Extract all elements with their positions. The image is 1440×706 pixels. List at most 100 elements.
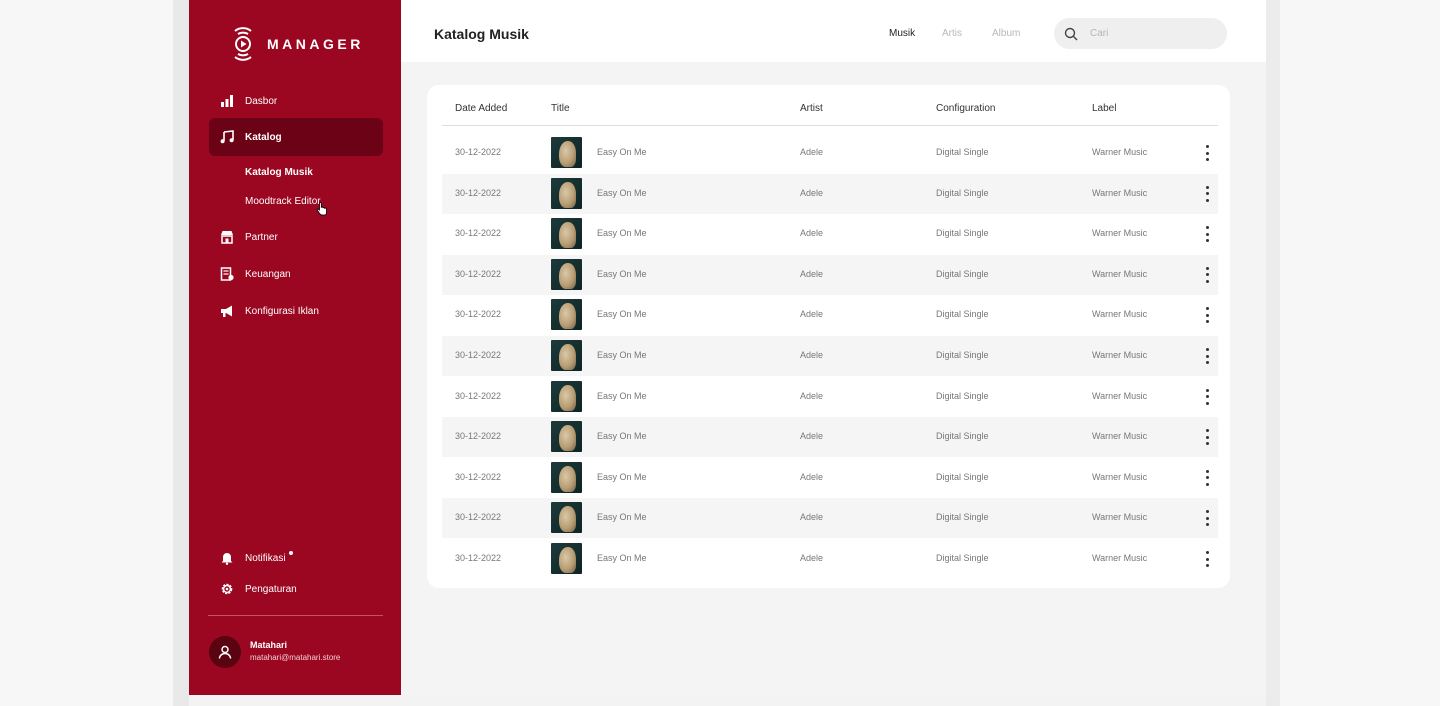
logo-icon: [234, 27, 252, 61]
cell-title: Easy On Me: [597, 390, 647, 401]
album-cover-thumbnail: [551, 299, 582, 331]
cell-title: Easy On Me: [597, 350, 647, 360]
cell-date-added: 30-12-2022: [455, 431, 502, 442]
sidebar-item-konfigurasi-iklan[interactable]: Konfigurasi Iklan: [209, 292, 383, 330]
cell-date-added: 30-12-2022: [455, 228, 502, 239]
store-icon: [219, 229, 235, 245]
cell-date-added: 30-12-2022: [455, 147, 502, 157]
cell-configuration: Digital Single: [936, 512, 989, 523]
sidebar-item-keuangan[interactable]: Keuangan: [209, 255, 383, 293]
cell-date-added: 30-12-2022: [455, 268, 502, 279]
cell-artist: Adele: [800, 309, 824, 320]
table-row[interactable]: 30-12-2022 Easy On Me Adele Digital Single W…: [442, 336, 1218, 376]
cell-title: Easy On Me: [597, 512, 647, 523]
page-title: Katalog Musik: [434, 26, 529, 42]
table-row[interactable]: 30-12-2022 Easy On Me Adele Digital Single W…: [442, 214, 1218, 254]
cell-artist: Adele: [800, 268, 824, 279]
cell-title: Easy On Me: [597, 471, 647, 482]
more-options-icon[interactable]: [1205, 469, 1209, 486]
table-row[interactable]: 30-12-2022 Easy On Me Adele Digital Single W…: [442, 377, 1218, 417]
table-row[interactable]: 30-12-2022 Easy On Me Adele Digital Single W…: [442, 173, 1218, 214]
cell-label: Warner Music: [1092, 268, 1148, 279]
album-cover-thumbnail: [551, 137, 582, 168]
more-options-icon[interactable]: [1205, 429, 1209, 446]
user-name: Matahari: [250, 640, 288, 650]
cell-date-added: 30-12-2022: [455, 471, 502, 482]
cell-artist: Adele: [800, 228, 824, 239]
more-options-icon[interactable]: [1205, 266, 1209, 283]
cell-configuration: Digital Single: [936, 228, 989, 239]
cell-artist: Adele: [800, 512, 824, 523]
more-options-icon[interactable]: [1205, 388, 1209, 405]
cell-configuration: Digital Single: [936, 147, 989, 157]
background-right: [1266, 0, 1440, 706]
cell-label: Warner Music: [1092, 471, 1148, 482]
table-row[interactable]: 30-12-2022 Easy On Me Adele Digital Single W…: [442, 133, 1218, 173]
table-row[interactable]: 30-12-2022 Easy On Me Adele Digital Single W…: [442, 417, 1218, 458]
cell-label: Warner Music: [1092, 431, 1148, 442]
search-bar[interactable]: [1054, 18, 1227, 49]
sidebar-item-dasbor[interactable]: Dasbor: [209, 82, 383, 120]
column-title[interactable]: Title: [551, 103, 570, 114]
more-options-icon[interactable]: [1205, 348, 1209, 364]
sidebar-item-label: Pengaturan: [245, 583, 297, 595]
sidebar-item-label: Keuangan: [245, 268, 291, 280]
cell-title: Easy On Me: [597, 228, 647, 239]
sidebar-item-label: Partner: [245, 231, 278, 243]
cell-configuration: Digital Single: [936, 187, 989, 198]
cell-title: Easy On Me: [597, 187, 647, 198]
cell-artist: Adele: [800, 390, 824, 401]
music-note-icon: [219, 129, 235, 145]
more-options-icon[interactable]: [1205, 185, 1209, 202]
album-cover-thumbnail: [551, 461, 582, 493]
more-options-icon[interactable]: [1205, 145, 1209, 161]
frame-edge-right: [1266, 0, 1280, 706]
album-cover-thumbnail: [551, 218, 582, 250]
cell-artist: Adele: [800, 553, 824, 563]
table-row[interactable]: 30-12-2022 Easy On Me Adele Digital Single W…: [442, 295, 1218, 335]
notification-dot: [288, 551, 293, 555]
column-label[interactable]: Label: [1092, 103, 1116, 114]
tab-musik[interactable]: Musik: [889, 28, 915, 39]
main-content: Katalog Musik Musik Artis Album Date Add…: [401, 0, 1266, 695]
column-configuration[interactable]: Configuration: [936, 103, 995, 114]
more-options-icon[interactable]: [1205, 510, 1209, 527]
cell-artist: Adele: [800, 187, 824, 198]
more-options-icon[interactable]: [1205, 551, 1209, 567]
sidebar-item-pengaturan[interactable]: Pengaturan: [209, 570, 383, 608]
tab-album[interactable]: Album: [992, 28, 1020, 39]
music-catalog-table: Date Added Title Artist Configuration La…: [427, 85, 1230, 588]
more-options-icon[interactable]: [1205, 307, 1209, 324]
tab-artis[interactable]: Artis: [942, 28, 962, 39]
column-artist[interactable]: Artist: [800, 103, 823, 114]
table-row[interactable]: 30-12-2022 Easy On Me Adele Digital Single W…: [442, 458, 1218, 498]
search-input[interactable]: [1090, 28, 1210, 39]
table-row[interactable]: 30-12-2022 Easy On Me Adele Digital Single W…: [442, 498, 1218, 539]
search-icon: [1064, 27, 1078, 40]
cell-label: Warner Music: [1092, 512, 1148, 523]
cell-label: Warner Music: [1092, 390, 1148, 401]
cell-title: Easy On Me: [597, 268, 647, 279]
sidebar-item-label: Notifikasi: [245, 552, 286, 564]
cell-label: Warner Music: [1092, 350, 1148, 360]
cell-label: Warner Music: [1092, 187, 1148, 198]
cell-label: Warner Music: [1092, 309, 1148, 320]
app-logo[interactable]: MANAGER: [231, 24, 364, 64]
sidebar-item-katalog[interactable]: Katalog: [209, 118, 383, 156]
sidebar-item-partner[interactable]: Partner: [209, 218, 383, 256]
sidebar-subitem-moodtrack-editor[interactable]: Moodtrack Editor: [245, 196, 321, 207]
cell-label: Warner Music: [1092, 147, 1148, 157]
sidebar: MANAGER Dasbor Katalog Katalog Musik Moo…: [189, 0, 401, 695]
table-row[interactable]: 30-12-2022 Easy On Me Adele Digital Single W…: [442, 254, 1218, 295]
background-left: [0, 0, 173, 706]
sidebar-subitem-katalog-musik[interactable]: Katalog Musik: [245, 167, 313, 178]
cell-artist: Adele: [800, 147, 824, 157]
cell-configuration: Digital Single: [936, 553, 989, 563]
megaphone-icon: [219, 303, 235, 319]
column-date-added[interactable]: Date Added: [455, 103, 507, 114]
table-row[interactable]: 30-12-2022 Easy On Me Adele Digital Single W…: [442, 539, 1218, 579]
more-options-icon[interactable]: [1205, 226, 1209, 243]
avatar[interactable]: [209, 636, 241, 668]
user-icon: [218, 645, 232, 659]
cell-label: Warner Music: [1092, 553, 1148, 563]
